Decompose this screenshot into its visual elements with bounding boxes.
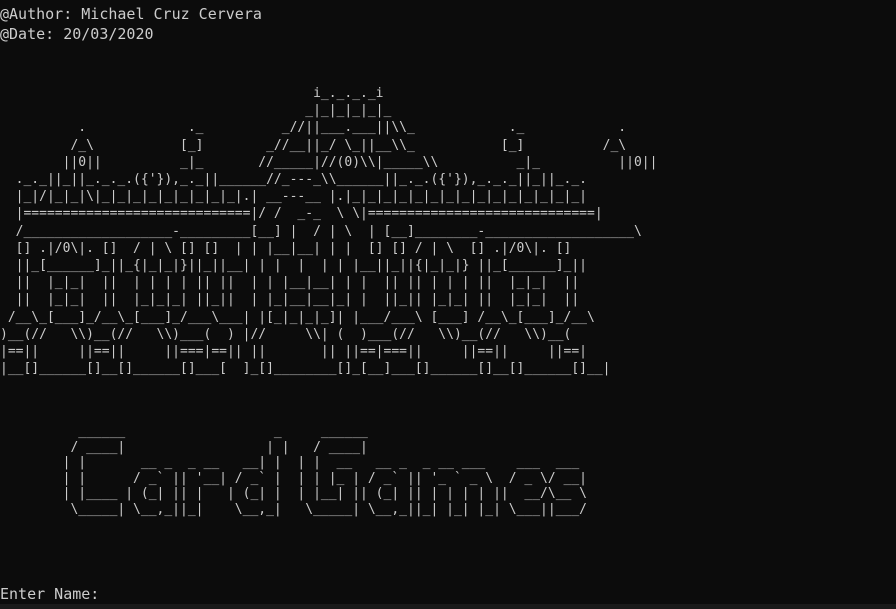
card-games-ascii-title: ______ _ ______ / ____| | | / ____| | | … — [62, 424, 587, 517]
name-prompt-label: Enter Name: — [0, 585, 100, 603]
date-line: @Date: 20/03/2020 — [0, 25, 154, 43]
castle-ascii-art: i_._._._i _|_|_|_|_|_ . ._ _//||___.___|… — [0, 86, 658, 377]
name-input[interactable] — [99, 585, 609, 603]
name-prompt-row: Enter Name: — [0, 584, 609, 604]
console-window: @Author: Michael Cruz Cervera @Date: 20/… — [0, 0, 896, 609]
horizontal-scrollbar[interactable] — [0, 604, 896, 609]
author-line: @Author: Michael Cruz Cervera — [0, 5, 262, 23]
